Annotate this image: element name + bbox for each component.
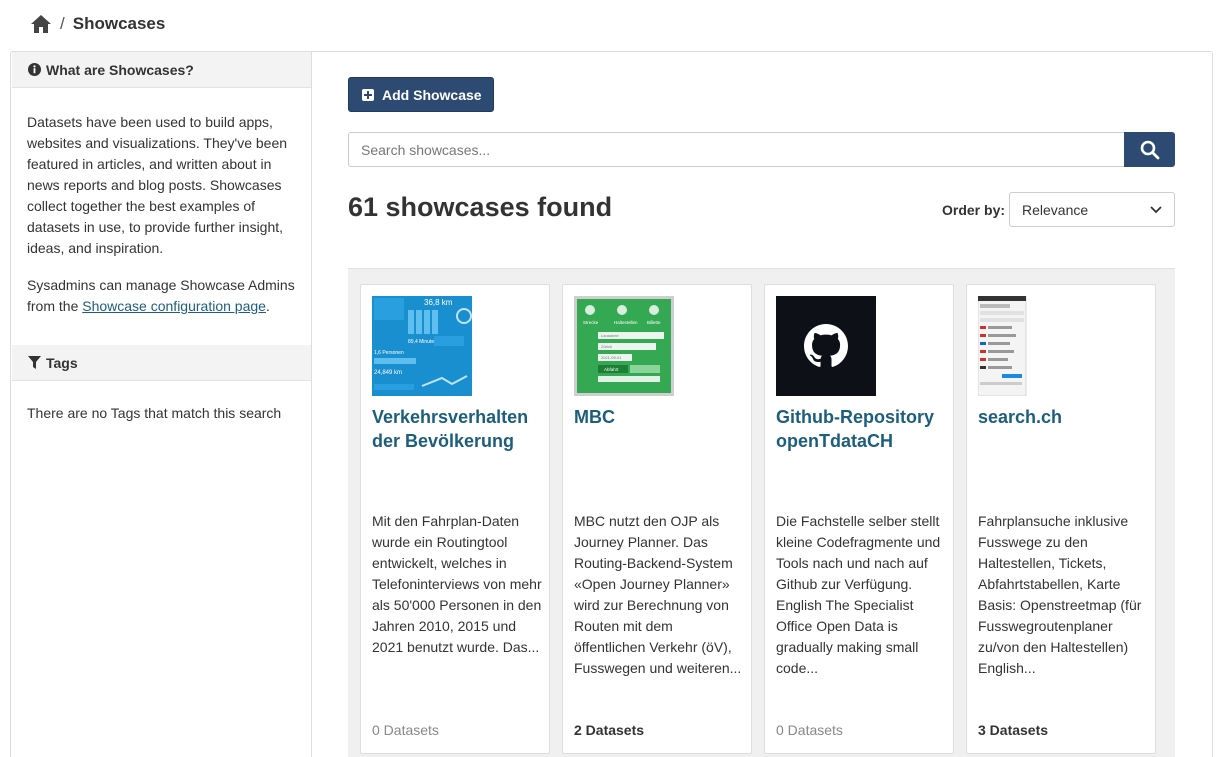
order-by-select[interactable]: Relevance — [1009, 192, 1175, 227]
showcase-config-link[interactable]: Showcase configuration page — [82, 298, 266, 314]
showcase-card[interactable]: 36,8 km 89,4 Minuten 1,6 Personen 24,849… — [360, 284, 550, 754]
showcase-description: Mit den Fahrplan-Daten wurde ein Routing… — [372, 513, 542, 655]
add-showcase-label: Add Showcase — [382, 86, 482, 103]
order-by-label: Order by: — [942, 202, 1006, 218]
about-admin-note: Sysadmins can manage Showcase Admins fro… — [27, 275, 296, 317]
showcase-title[interactable]: Github-Repository openTdataCH — [776, 405, 946, 453]
admin-note-suffix: . — [265, 298, 270, 314]
results-count: 61 showcases found — [348, 192, 613, 222]
showcase-title[interactable]: MBC — [574, 405, 744, 429]
showcase-dataset-count: 2 Datasets — [574, 722, 645, 738]
search-button[interactable] — [1124, 132, 1175, 167]
showcase-description: MBC nutzt den OJP als Journey Planner. D… — [574, 513, 742, 676]
search-icon — [1140, 140, 1159, 159]
filter-icon — [28, 356, 41, 369]
app-screenshot-image: Strecke Haltestellen Billette Lausanne Z… — [574, 296, 674, 396]
showcase-title[interactable]: Verkehrsverhalten der Bevölkerung — [372, 405, 542, 453]
infographic-image: 36,8 km 89,4 Minuten 1,6 Personen 24,849… — [372, 296, 472, 396]
tags-heading-label: Tags — [46, 354, 78, 371]
thumb-text-km: 36,8 km — [424, 298, 453, 307]
showcase-thumbnail[interactable] — [978, 296, 1078, 396]
breadcrumb-current: Showcases — [72, 14, 166, 33]
breadcrumb-separator: / — [60, 14, 65, 33]
thumb-text-minutes: 89,4 Minuten — [408, 339, 437, 345]
thumb-text-km2: 24,849 km — [374, 370, 402, 376]
thumb-text-persons: 1,6 Personen — [374, 350, 404, 356]
thumb-tab-2: Haltestellen — [614, 320, 638, 325]
thumb-button: Abfahrt — [604, 367, 619, 372]
thumb-from: Lausanne — [601, 333, 619, 338]
showcase-thumbnail[interactable] — [776, 296, 876, 396]
thumb-tab-3: Billette — [647, 320, 661, 325]
about-description: Datasets have been used to build apps, w… — [27, 114, 288, 256]
showcase-grid: 36,8 km 89,4 Minuten 1,6 Personen 24,849… — [348, 268, 1175, 757]
showcase-dataset-count: 0 Datasets — [776, 722, 843, 738]
tags-empty-message: There are no Tags that match this search — [27, 405, 282, 421]
sidebar: What are Showcases? Datasets have been u… — [12, 52, 312, 757]
showcase-title[interactable]: search.ch — [978, 405, 1148, 429]
thumb-date: 2021-09-01 — [601, 355, 622, 360]
showcase-thumbnail[interactable]: 36,8 km 89,4 Minuten 1,6 Personen 24,849… — [372, 296, 472, 396]
chevron-down-icon — [1150, 205, 1162, 213]
showcase-dataset-count: 0 Datasets — [372, 722, 439, 738]
tags-heading: Tags — [12, 345, 311, 381]
search-input[interactable] — [348, 132, 1125, 167]
order-by-value: Relevance — [1022, 201, 1089, 218]
breadcrumb: / Showcases — [30, 12, 165, 36]
info-icon — [28, 63, 41, 76]
showcase-card[interactable]: search.ch Fahrplansuche inklusive Fusswe… — [966, 284, 1156, 754]
showcase-card[interactable]: Strecke Haltestellen Billette Lausanne Z… — [562, 284, 752, 754]
plus-square-icon — [362, 88, 374, 101]
showcase-description: Die Fachstelle selber stellt kleine Code… — [776, 513, 941, 676]
about-heading-label: What are Showcases? — [46, 61, 194, 78]
thumb-tab-1: Strecke — [583, 320, 599, 325]
thumb-to: Zürich — [601, 344, 612, 349]
home-icon[interactable] — [30, 14, 52, 34]
about-heading: What are Showcases? — [12, 52, 311, 88]
showcase-description: Fahrplansuche inklusive Fusswege zu den … — [978, 513, 1142, 676]
mobile-screenshot-image — [978, 296, 1078, 396]
about-body: Datasets have been used to build apps, w… — [12, 88, 311, 331]
showcase-dataset-count: 3 Datasets — [978, 722, 1049, 738]
add-showcase-button[interactable]: Add Showcase — [348, 77, 494, 112]
showcase-card[interactable]: Github-Repository openTdataCH Die Fachst… — [764, 284, 954, 754]
github-icon — [804, 324, 848, 367]
showcase-thumbnail[interactable]: Strecke Haltestellen Billette Lausanne Z… — [574, 296, 674, 396]
